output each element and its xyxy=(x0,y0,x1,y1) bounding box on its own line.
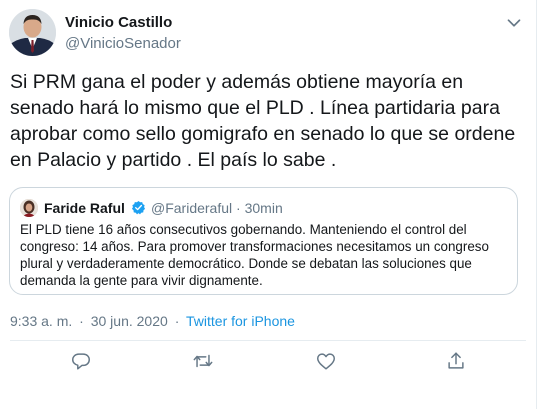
tweet-source-link[interactable]: Twitter for iPhone xyxy=(186,313,295,329)
verified-badge-icon xyxy=(131,200,146,215)
tweet-meta: 9:33 a. m. · 30 jun. 2020 · Twitter for … xyxy=(10,313,295,329)
author-avatar[interactable] xyxy=(9,9,56,56)
quoted-author-handle: @Farideraful · 30min xyxy=(151,200,283,216)
action-bar xyxy=(0,350,536,374)
quoted-author-avatar xyxy=(20,199,38,217)
retweet-icon[interactable] xyxy=(192,350,214,372)
chevron-down-icon[interactable] xyxy=(503,12,525,34)
tweet-time[interactable]: 9:33 a. m. xyxy=(10,313,72,329)
meta-separator-2: · xyxy=(174,313,180,329)
quoted-tweet-text: El PLD tiene 16 años consecutivos gobern… xyxy=(20,222,489,288)
meta-separator: · xyxy=(79,313,84,329)
quoted-author-display-name: Faride Raful xyxy=(44,200,125,216)
heart-icon[interactable] xyxy=(315,350,337,372)
share-icon[interactable] xyxy=(445,350,467,372)
author-display-name[interactable]: Vinicio Castillo xyxy=(65,14,172,31)
reply-icon[interactable] xyxy=(70,350,92,372)
tweet-date[interactable]: 30 jun. 2020 xyxy=(91,313,168,329)
tweet-card: Vinicio Castillo @VinicioSenador Si PRM … xyxy=(0,0,537,409)
quoted-tweet[interactable]: Faride Raful @Farideraful · 30min El PLD… xyxy=(9,187,518,295)
quoted-time-ago: 30min xyxy=(244,200,283,216)
quoted-separator: · xyxy=(236,200,241,216)
quoted-handle-text: @Farideraful xyxy=(151,200,233,216)
divider xyxy=(10,340,526,341)
author-handle[interactable]: @VinicioSenador xyxy=(65,35,181,52)
tweet-text: Si PRM gana el poder y además obtiene ma… xyxy=(10,71,516,171)
